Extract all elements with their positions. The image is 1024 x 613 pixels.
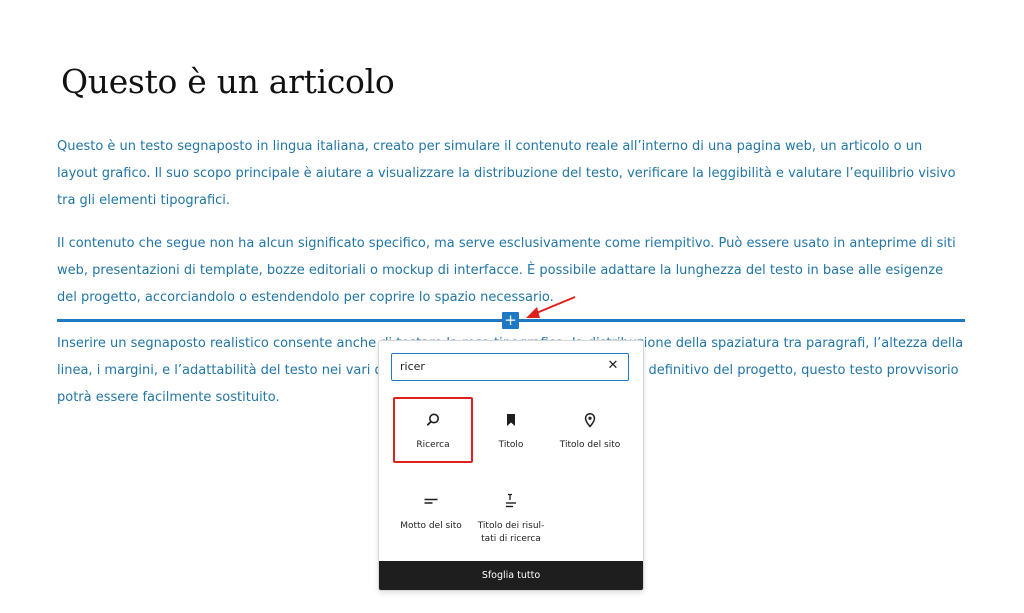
clear-search-button[interactable]: ✕	[604, 357, 622, 375]
map-marker-icon	[584, 412, 596, 428]
block-search-box: ✕	[391, 353, 629, 381]
paragraph-2[interactable]: Il contenuto che segue non ha alcun sign…	[57, 230, 965, 311]
block-item-titolo-risultati-ricerca[interactable]: Titolo dei risul-tati di ricerca	[471, 478, 551, 544]
block-item-label: Titolo del sito	[559, 440, 621, 450]
text-lines-icon	[424, 498, 438, 504]
title-text-icon	[506, 493, 516, 508]
page-title: Questo è un articolo	[61, 62, 395, 101]
bookmark-icon	[507, 414, 515, 426]
block-inserter-popover: ✕ Ricerca Titolo Titolo del sito Motto d…	[378, 340, 644, 591]
paragraph-1[interactable]: Questo è un testo segnaposto in lingua i…	[57, 133, 965, 214]
add-block-button[interactable]: +	[502, 312, 519, 329]
block-item-ricerca[interactable]: Ricerca	[393, 397, 473, 463]
search-icon	[426, 413, 439, 426]
block-item-label: Ricerca	[416, 440, 450, 450]
block-search-input[interactable]	[400, 354, 600, 379]
block-item-label: Titolo dei risul-tati di ricerca	[477, 521, 545, 544]
block-item-label: Titolo	[498, 440, 524, 450]
block-item-titolo-del-sito[interactable]: Titolo del sito	[550, 397, 630, 463]
browse-all-button[interactable]: Sfoglia tutto	[379, 561, 643, 590]
block-item-titolo[interactable]: Titolo	[471, 397, 551, 463]
block-item-motto-del-sito[interactable]: Motto del sito	[391, 478, 471, 544]
block-item-label: Motto del sito	[400, 521, 462, 531]
annotation-arrow-icon	[526, 296, 576, 318]
